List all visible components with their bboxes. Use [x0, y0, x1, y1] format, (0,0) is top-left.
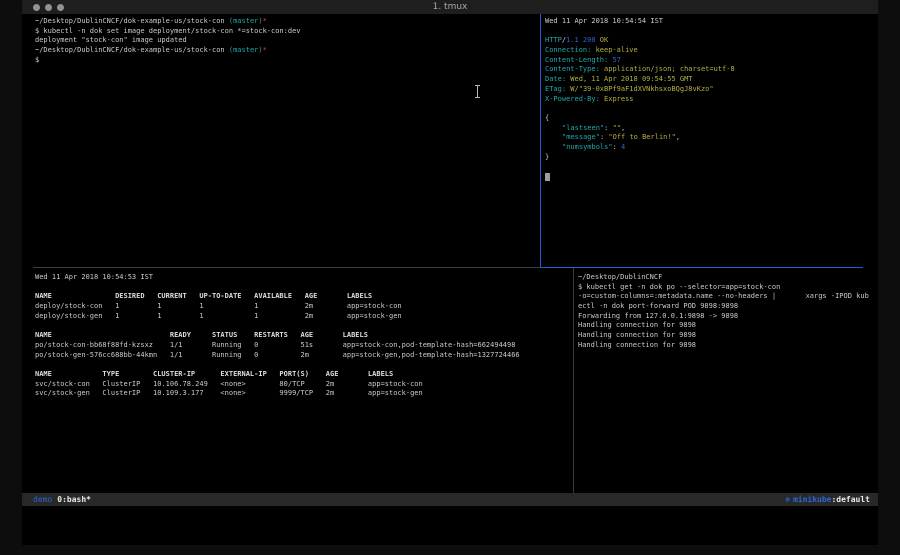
terminal-content: ~/Desktop/DublinCNCF/dok-example-us/stoc… [22, 14, 878, 493]
shell-command-line: $ kubectl -n dok set image deployment/st… [35, 27, 539, 37]
terminal-window: 1. tmux ~/Desktop/DublinCNCF/dok-example… [22, 0, 878, 545]
table-row: svc/stock-gen ClusterIP 10.109.3.177 <no… [35, 389, 571, 399]
table-row: deploy/stock-con 1 1 1 1 2m app=stock-co… [35, 302, 571, 312]
close-button[interactable] [33, 4, 40, 11]
timestamp-line: Wed 11 Apr 2018 10:54:54 IST [545, 17, 863, 27]
http-header-line: X-Powered-By: Express [545, 95, 863, 105]
shell-command-line: ectl -n dok port-forward POD 9898:9898 [578, 302, 868, 312]
deployments-table-header: NAME DESIRED CURRENT UP-TO-DATE AVAILABL… [35, 292, 571, 302]
shell-output-line: Handling connection for 9898 [578, 331, 868, 341]
json-open-brace: { [545, 114, 863, 124]
pane-border-vertical-bottom[interactable] [573, 268, 574, 505]
pane-top-left-shell[interactable]: ~/Desktop/DublinCNCF/dok-example-us/stoc… [35, 17, 539, 65]
json-close-brace: } [545, 153, 863, 163]
kube-namespace: :default [831, 495, 870, 504]
screen: 1. tmux ~/Desktop/DublinCNCF/dok-example… [0, 0, 900, 555]
shell-command-line: $ kubectl get -n dok po --selector=app=s… [578, 283, 868, 293]
window-title: 1. tmux [22, 0, 878, 14]
shell-prompt-line: ~/Desktop/DublinCNCF/dok-example-us/stoc… [35, 46, 539, 56]
kubernetes-icon: ⊛ [785, 495, 790, 504]
tmux-session-name: demo [33, 495, 52, 504]
table-row: deploy/stock-gen 1 1 1 1 2m app=stock-ge… [35, 312, 571, 322]
tmux-status-bar: demo 0:bash* ⊛ minikube :default [22, 493, 878, 506]
shell-command-line: -o=custom-columns=:metadata.name --no-he… [578, 292, 868, 302]
pane-border-horizontal-right-active[interactable] [540, 267, 863, 268]
pods-table-header: NAME READY STATUS RESTARTS AGE LABELS [35, 331, 571, 341]
git-branch: (master) [229, 46, 263, 54]
http-header-line: Content-Type: application/json; charset=… [545, 65, 863, 75]
minimize-button[interactable] [45, 4, 52, 11]
traffic-lights [33, 4, 64, 11]
services-table-header: NAME TYPE CLUSTER-IP EXTERNAL-IP PORT(S)… [35, 370, 571, 380]
json-field-line: "message": "Off to Berlin!", [545, 133, 863, 143]
table-row: po/stock-con-bb68f88fd-kzsxz 1/1 Running… [35, 341, 571, 351]
shell-prompt-line: ~/Desktop/DublinCNCF/dok-example-us/stoc… [35, 17, 539, 27]
http-header-line: Content-Length: 57 [545, 56, 863, 66]
zoom-button[interactable] [57, 4, 64, 11]
http-status-line: HTTP/1.1 200 OK [545, 36, 863, 46]
git-dirty-flag: * [263, 46, 267, 54]
pane-bottom-right-port-forward[interactable]: ~/Desktop/DublinCNCF $ kubectl get -n do… [578, 273, 868, 351]
kube-context: minikube [793, 495, 832, 504]
terminal-cursor [545, 173, 550, 181]
timestamp-line: Wed 11 Apr 2018 10:54:53 IST [35, 273, 571, 283]
shell-prompt-line: $ [35, 56, 539, 66]
status-bar-left: demo 0:bash* [33, 495, 91, 504]
shell-prompt-line: ~/Desktop/DublinCNCF [578, 273, 868, 283]
pane-top-right-http-response[interactable]: Wed 11 Apr 2018 10:54:54 IST HTTP/1.1 20… [545, 17, 863, 172]
shell-output-line: Handling connection for 9898 [578, 321, 868, 331]
git-dirty-flag: * [263, 17, 267, 25]
shell-output-line: Forwarding from 127.0.0.1:9898 -> 9898 [578, 312, 868, 322]
http-header-line: Connection: keep-alive [545, 46, 863, 56]
table-row: svc/stock-con ClusterIP 10.106.78.249 <n… [35, 380, 571, 390]
http-header-line: ETag: W/"39-0xBPf9aF1dXVNkhsxoBQgJ8vKzo" [545, 85, 863, 95]
json-field-line: "numsymbols": 4 [545, 143, 863, 153]
tmux-window-tab[interactable]: 0:bash* [57, 495, 91, 504]
mouse-cursor-ibeam [474, 85, 481, 98]
json-field-line: "lastseen": "", [545, 124, 863, 134]
pane-border-horizontal-left[interactable] [33, 267, 540, 268]
git-branch: (master) [229, 17, 263, 25]
shell-output-line: Handling connection for 9898 [578, 341, 868, 351]
status-bar-right: ⊛ minikube :default [785, 495, 870, 504]
http-header-line: Date: Wed, 11 Apr 2018 09:54:55 GMT [545, 75, 863, 85]
shell-output-line: deployment "stock-con" image updated [35, 36, 539, 46]
pane-border-vertical-top-active[interactable] [540, 14, 541, 267]
table-row: po/stock-gen-576cc688bb-44kmn 1/1 Runnin… [35, 351, 571, 361]
pane-bottom-left-kubectl-watch[interactable]: Wed 11 Apr 2018 10:54:53 IST NAME DESIRE… [35, 273, 571, 399]
window-titlebar: 1. tmux [22, 0, 878, 14]
